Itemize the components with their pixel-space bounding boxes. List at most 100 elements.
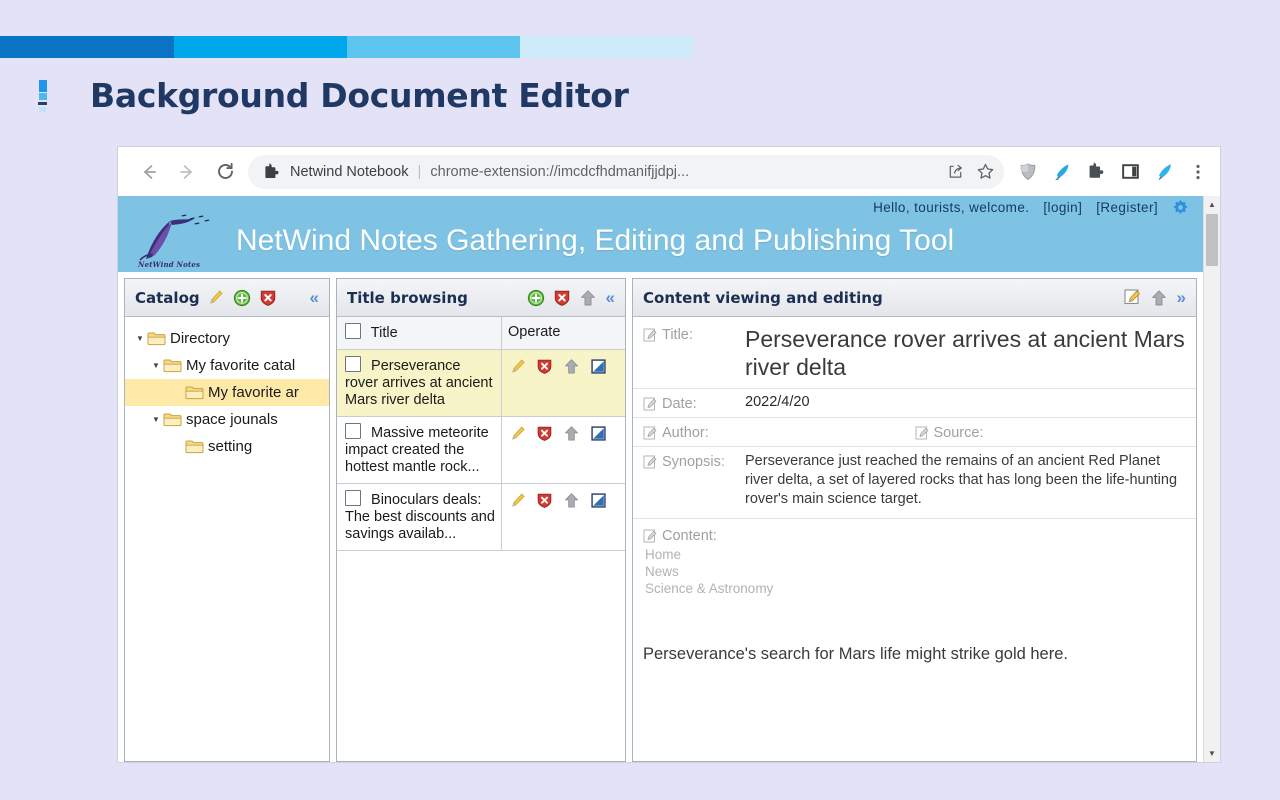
quill-pen-extension-icon[interactable] [1046,156,1078,188]
open-window-icon[interactable] [589,424,608,443]
expand-arrow-icon[interactable]: ▼ [149,415,163,424]
upload-arrow-icon[interactable] [1149,288,1169,308]
expand-arrow-icon[interactable]: ▼ [133,334,147,343]
field-synopsis-value[interactable]: Perseverance just reached the remains of… [745,452,1186,509]
field-title-label: Title: [643,325,745,343]
catalog-pane: Catalog « ▼ Directory ▼ My favorite cata… [124,278,330,762]
column-header-operate: Operate [502,317,625,349]
star-icon[interactable] [970,157,1000,187]
add-green-icon[interactable] [526,288,546,308]
edit-field-icon [643,397,658,412]
title-browsing-title: Title browsing [347,288,468,307]
folder-icon [163,358,182,373]
row-operate-cell [502,417,625,483]
tree-node-label: Directory [170,330,231,347]
edit-note-icon[interactable] [1123,288,1143,308]
site-header: Hello, tourists, welcome. [login] [Regis… [118,196,1203,272]
gear-icon[interactable] [1172,199,1189,216]
collapse-left-icon[interactable]: « [308,289,321,306]
scroll-up-arrow-icon[interactable]: ▲ [1204,196,1220,213]
puzzle-piece-icon [262,162,282,182]
collapse-left-icon[interactable]: « [604,289,617,306]
shield-extension-icon[interactable] [1012,156,1044,188]
edit-field-icon [643,455,658,470]
register-link[interactable]: [Register] [1096,200,1158,215]
row-checkbox[interactable] [345,356,361,372]
more-menu-icon[interactable] [1182,156,1214,188]
row-operate-cell [502,350,625,416]
pencil-edit-icon[interactable] [508,424,527,443]
title-browsing-pane-header: Title browsing « [337,279,625,317]
tree-node[interactable]: ▼ Directory [125,325,329,352]
tree-node[interactable]: ▼ My favorite catal [125,352,329,379]
field-author-source-row: Author: Source: [633,418,1196,447]
omnibox-separator: | [417,163,422,180]
accent-segment-1 [0,36,174,58]
open-window-icon[interactable] [589,491,608,510]
tree-node-selected[interactable]: My favorite ar [125,379,329,406]
upload-arrow-icon[interactable] [562,424,581,443]
tree-node[interactable]: ▼ space jounals [125,406,329,433]
workspace-panes: Catalog « ▼ Directory ▼ My favorite cata… [118,272,1203,762]
share-icon[interactable] [940,157,970,187]
row-title-cell: Binoculars deals: The best discounts and… [337,484,502,550]
login-link[interactable]: [login] [1043,200,1082,215]
content-body: Title: Perseverance rover arrives at anc… [633,317,1196,761]
catalog-pane-header: Catalog « [125,279,329,317]
field-date-value[interactable]: 2022/4/20 [745,394,1186,410]
field-synopsis-label: Synopsis: [643,452,745,470]
table-row[interactable]: Massive meteorite impact created the hot… [337,417,625,484]
row-checkbox[interactable] [345,490,361,506]
site-brand: NetWind Notes NetWind Notes Gathering, E… [136,212,954,270]
tree-node-label: My favorite catal [186,357,296,374]
tree-node[interactable]: setting [125,433,329,460]
row-title-text: Binoculars deals: The best discounts and… [345,492,495,542]
address-text: chrome-extension://imcdcfhdmanifjjdpj... [430,163,690,180]
row-title-text: Perseverance rover arrives at ancient Ma… [345,358,493,408]
field-date-label-text: Date: [662,396,697,412]
edit-field-icon [643,426,658,441]
exclamation-bullet-icon [36,74,50,116]
page-body: Hello, tourists, welcome. [login] [Regis… [118,196,1203,762]
upload-arrow-icon[interactable] [562,357,581,376]
expand-arrow-icon[interactable]: ▼ [149,361,163,370]
field-title-value[interactable]: Perseverance rover arrives at ancient Ma… [745,325,1186,381]
table-row[interactable]: Perseverance rover arrives at ancient Ma… [337,350,625,417]
delete-red-icon[interactable] [535,424,554,443]
delete-red-icon[interactable] [535,491,554,510]
scrollbar-thumb[interactable] [1206,214,1218,266]
scroll-down-arrow-icon[interactable]: ▼ [1204,745,1220,762]
row-operate-cell [502,484,625,550]
netwind-quill-icon[interactable] [1148,156,1180,188]
side-panel-icon[interactable] [1114,156,1146,188]
field-content-label-text: Content: [662,528,717,544]
tree-node-label: My favorite ar [208,384,299,401]
back-arrow-icon[interactable] [130,153,168,191]
content-body-text[interactable]: Perseverance's search for Mars life migh… [633,597,1196,664]
add-green-icon[interactable] [232,288,252,308]
column-header-title: Title [337,317,502,349]
upload-arrow-icon[interactable] [578,288,598,308]
select-all-checkbox[interactable] [345,323,361,339]
upload-arrow-icon[interactable] [562,491,581,510]
content-pane-title: Content viewing and editing [643,288,883,307]
open-window-icon[interactable] [589,357,608,376]
delete-red-icon[interactable] [258,288,278,308]
page-scrollbar[interactable]: ▲ ▼ [1203,196,1220,762]
folder-icon [147,331,166,346]
delete-red-icon[interactable] [535,357,554,376]
pencil-edit-icon[interactable] [206,288,226,308]
reload-icon[interactable] [206,153,244,191]
extensions-puzzle-icon[interactable] [1080,156,1112,188]
catalog-title: Catalog [135,288,200,307]
tree-node-label: space jounals [186,411,278,428]
pencil-edit-icon[interactable] [508,357,527,376]
field-synopsis-label-text: Synopsis: [662,454,725,470]
delete-red-icon[interactable] [552,288,572,308]
pencil-edit-icon[interactable] [508,491,527,510]
omnibox[interactable]: Netwind Notebook | chrome-extension://im… [248,154,1004,189]
collapse-right-icon[interactable]: » [1175,289,1188,306]
forward-arrow-icon[interactable] [168,153,206,191]
row-checkbox[interactable] [345,423,361,439]
table-row[interactable]: Binoculars deals: The best discounts and… [337,484,625,551]
